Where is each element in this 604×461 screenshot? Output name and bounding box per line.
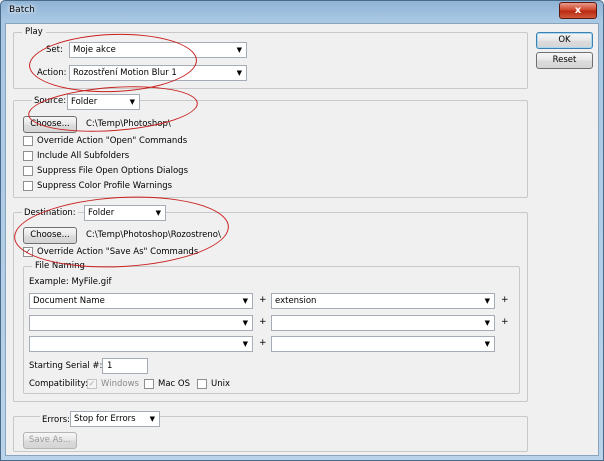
naming-field-2[interactable]: extension ▼ [271,293,495,309]
naming-field-4[interactable]: ▼ [271,315,495,331]
checkbox-box[interactable] [23,166,33,176]
errors-select[interactable]: Stop for Errors ▼ [70,411,160,427]
naming-field-1-value: Document Name [33,296,105,306]
include-subfolders-label: Include All Subfolders [37,151,130,161]
compat-unix-label: Unix [211,379,231,389]
set-label: Set: [46,45,63,55]
override-save-as-label: Override Action "Save As" Commands [37,247,199,257]
compat-windows-label: Windows [101,379,139,389]
naming-field-2-value: extension [275,296,317,306]
compat-mac-label: Mac OS [158,379,191,389]
chevron-down-icon: ▼ [242,319,248,327]
chevron-down-icon: ▼ [242,340,248,348]
chevron-down-icon: ▼ [484,319,490,327]
checkbox-box[interactable] [23,181,33,191]
set-select[interactable]: Moje akce ▼ [69,42,247,58]
title-bar[interactable]: Batch x [1,1,603,23]
checkbox-box[interactable] [144,379,154,389]
errors-label: Errors: [40,415,73,425]
serial-input-value: 1 [107,361,113,371]
serial-label: Starting Serial #: [29,361,103,371]
dialog-body: OK Reset Play Set: Moje akce ▼ Action: R… [5,23,599,456]
chevron-down-icon: ▼ [236,46,242,54]
naming-field-6[interactable]: ▼ [271,336,495,352]
plus-sign: + [501,317,509,327]
suppress-open-dialogs-label: Suppress File Open Options Dialogs [37,166,188,176]
source-label: Source: [32,96,69,106]
naming-field-3[interactable]: ▼ [29,315,253,331]
source-select[interactable]: Folder ▼ [67,94,140,110]
checkbox-box[interactable] [23,151,33,161]
action-select[interactable]: Rozostření Motion Blur 1 ▼ [69,65,247,81]
set-select-value: Moje akce [73,45,116,55]
ok-button[interactable]: OK [536,32,593,49]
destination-choose-button[interactable]: Choose... [23,227,77,244]
close-icon: x [574,5,582,16]
plus-sign: + [501,295,509,305]
destination-label: Destination: [22,208,78,218]
destination-path: C:\Temp\Photoshop\Rozostreno\ [86,230,221,240]
set-label-text: Set: [46,45,63,55]
naming-field-5[interactable]: ▼ [29,336,253,352]
source-select-value: Folder [71,97,98,107]
checkbox-box[interactable] [23,136,33,146]
source-choose-button[interactable]: Choose... [23,116,77,133]
serial-input[interactable]: 1 [102,358,148,374]
naming-field-1[interactable]: Document Name ▼ [29,293,253,309]
close-button[interactable]: x [559,2,597,19]
destination-select-value: Folder [88,208,115,218]
chevron-down-icon: ▼ [484,297,490,305]
save-as-button: Save As... [23,432,77,449]
plus-sign: + [259,295,267,305]
file-naming-legend: File Naming [32,261,88,271]
plus-sign: + [259,317,267,327]
play-legend: Play [22,27,46,37]
reset-button[interactable]: Reset [536,52,593,69]
errors-select-value: Stop for Errors [74,414,136,424]
override-open-label: Override Action "Open" Commands [37,136,188,146]
plus-sign: + [259,338,267,348]
action-label: Action: [37,68,67,78]
compatibility-label: Compatibility: [29,379,88,389]
source-path: C:\Temp\Photoshop\ [86,119,171,129]
chevron-down-icon: ▼ [484,340,490,348]
window-title: Batch [9,5,35,15]
checkbox-box[interactable] [197,379,207,389]
checkbox-box[interactable]: ✓ [23,247,33,257]
action-select-value: Rozostření Motion Blur 1 [73,68,177,78]
chevron-down-icon: ▼ [236,69,242,77]
file-naming-example: Example: MyFile.gif [29,277,112,287]
suppress-color-warnings-label: Suppress Color Profile Warnings [37,181,173,191]
batch-dialog-window: Batch x OK Reset Play Set: Moje akce ▼ A… [0,0,604,461]
chevron-down-icon: ▼ [155,209,161,217]
destination-select[interactable]: Folder ▼ [84,205,166,221]
checkbox-box: ✓ [87,379,97,389]
chevron-down-icon: ▼ [129,98,135,106]
chevron-down-icon: ▼ [242,297,248,305]
chevron-down-icon: ▼ [149,415,155,423]
